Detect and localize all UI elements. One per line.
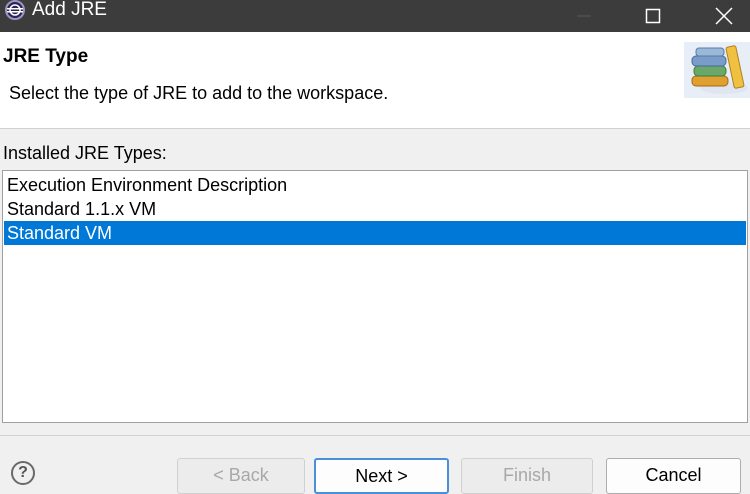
list-item-execution-environment[interactable]: Execution Environment Description [4, 173, 746, 197]
page-title: JRE Type [3, 46, 89, 67]
list-item-standard-1-1-vm[interactable]: Standard 1.1.x VM [4, 197, 746, 221]
list-item-standard-vm[interactable]: Standard VM [4, 221, 746, 245]
title-bar: Add JRE [0, 0, 750, 32]
close-icon [715, 7, 733, 25]
maximize-button[interactable] [629, 0, 677, 32]
close-button[interactable] [700, 0, 748, 32]
help-icon[interactable]: ? [11, 461, 35, 485]
jre-type-list[interactable]: Execution Environment Description Standa… [2, 170, 748, 423]
button-bar-separator [0, 435, 750, 436]
maximize-icon [645, 8, 661, 24]
wizard-banner: JRE Type Select the type of JRE to add t… [0, 32, 750, 129]
eclipse-app-icon [2, 0, 28, 22]
window-title: Add JRE [32, 0, 107, 20]
books-icon [684, 42, 750, 98]
minimize-button[interactable] [560, 0, 608, 32]
page-description: Select the type of JRE to add to the wor… [9, 83, 389, 103]
minimize-icon [577, 15, 591, 17]
installed-jre-types-label: Installed JRE Types: [3, 143, 167, 163]
